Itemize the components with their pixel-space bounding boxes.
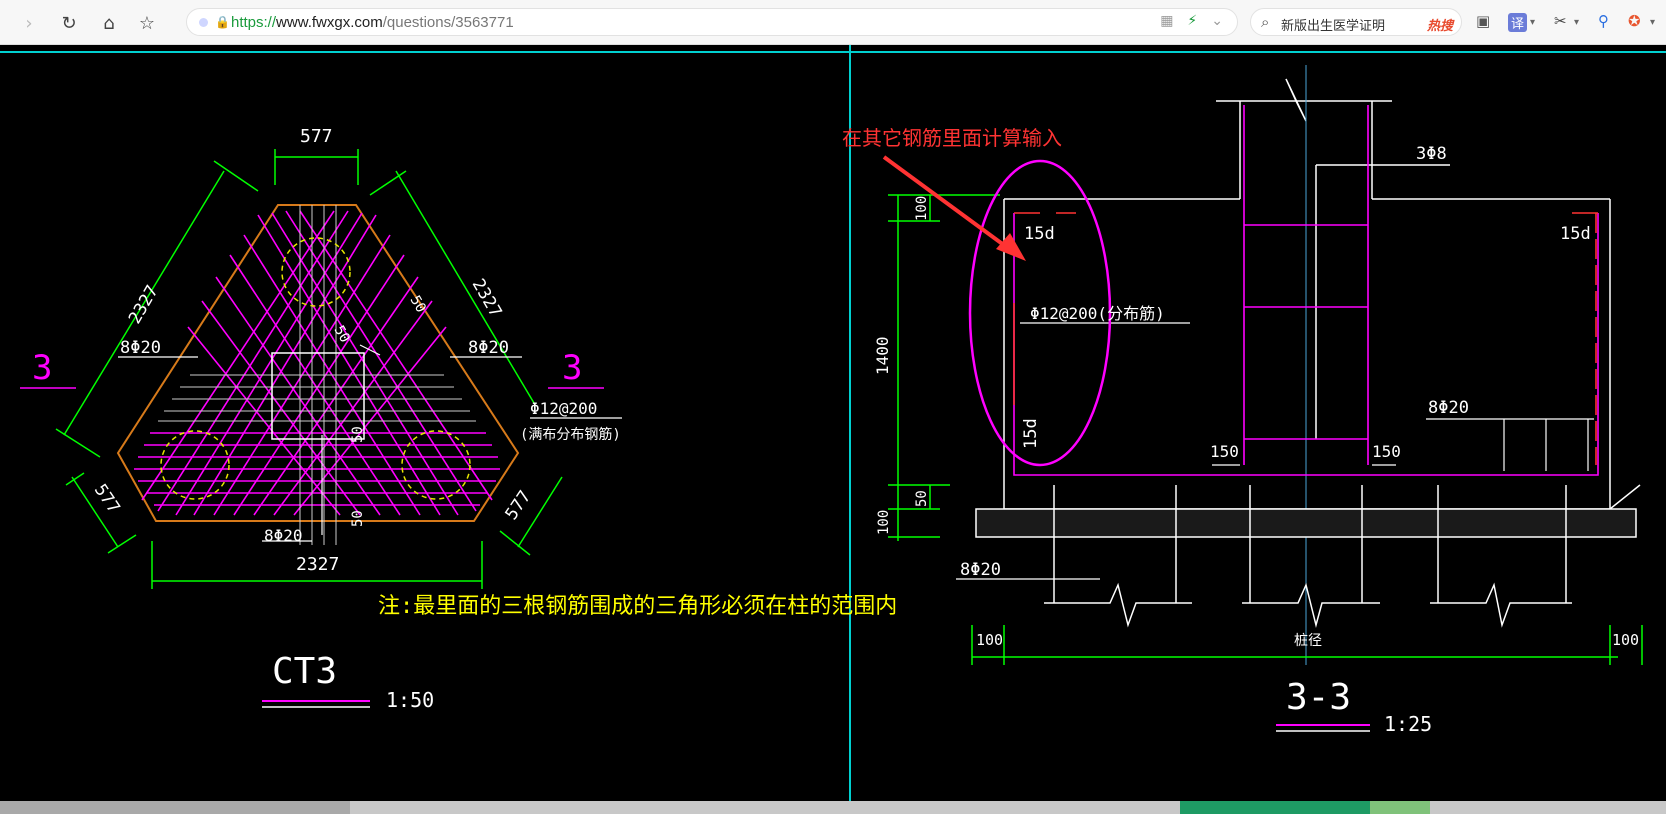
dim-lower-right-text: 577 [502, 487, 536, 524]
dim-top-text: 577 [300, 126, 333, 147]
label-15d-top-right: 15d [1560, 224, 1591, 244]
label-150-right: 150 [1372, 442, 1401, 461]
reader-icon[interactable]: ▣ [1476, 12, 1490, 30]
bar-8phi20-left-text: 8Φ20 [960, 560, 1001, 580]
dim-100-left-text: 100 [976, 631, 1003, 649]
label-150-left: 150 [1210, 442, 1239, 461]
forward-icon[interactable]: › [18, 12, 40, 34]
chevron-down-icon[interactable]: ⌄ [1211, 13, 1223, 29]
dist-bar-text: Φ12@200 [530, 399, 597, 418]
dimension-lines-left [55, 149, 563, 589]
home-icon[interactable]: ⌂ [98, 12, 120, 34]
annotation-arrow-head [996, 233, 1026, 261]
dim-right-text: 2327 [468, 276, 506, 321]
cad-drawing-viewport: 577 2327 2327 2327 577 577 8Φ20 8Φ20 8Φ2… [0, 45, 1666, 801]
ct3-scale: 1:50 [386, 688, 434, 712]
bar-8phi20-right-text: 8Φ20 [1428, 398, 1469, 418]
small-50-b: 50 [331, 323, 353, 346]
translate-button[interactable]: 译 [1508, 13, 1528, 32]
annotation-arrow-shaft [882, 155, 1014, 253]
label-15d-top-left: 15d [1024, 224, 1055, 244]
dim-100-top-text: 100 [914, 196, 930, 221]
bar-mid-text: Φ12@200(分布筋) [1030, 304, 1165, 323]
ct3-plan-view: 577 2327 2327 2327 577 577 8Φ20 8Φ20 8Φ2… [20, 126, 897, 712]
game-icon[interactable]: ✪ [1628, 12, 1641, 30]
dim-100-right-text: 100 [1612, 631, 1639, 649]
scissors-icon[interactable]: ✂ [1554, 12, 1567, 30]
reload-icon[interactable]: ↻ [58, 12, 80, 34]
dim-left-text: 2327 [125, 282, 163, 327]
bottom-status-strip [0, 801, 1666, 814]
bar-right-text: 8Φ20 [468, 338, 509, 358]
lock-icon: 🔒 [215, 15, 230, 29]
address-bar[interactable]: 🔒 https://www.fwxgx.com/questions/356377… [186, 8, 1238, 36]
cad-drawing-svg: 577 2327 2327 2327 577 577 8Φ20 8Φ20 8Φ2… [0, 45, 1666, 801]
search-icon: ⌕ [1261, 13, 1270, 31]
search-query[interactable]: 新版出生医学证明 [1281, 15, 1385, 34]
browser-toolbar: › ↻ ⌂ ☆ 🔒 https://www.fwxgx.com/question… [0, 0, 1666, 45]
pile-label-text: 桩径 [1294, 632, 1322, 649]
dist-bar-note-text: (满布分布钢筋) [520, 426, 621, 443]
dimension-lines-right [888, 194, 1643, 665]
qr-code-icon[interactable]: ▦ [1160, 13, 1173, 29]
url-text[interactable]: https://www.fwxgx.com/questions/3563771 [231, 14, 514, 31]
cap-outline [116, 204, 520, 522]
ct3-title: CT3 [272, 651, 337, 692]
site-info-icon[interactable] [199, 18, 208, 27]
bar-left-text: 8Φ20 [120, 338, 161, 358]
bookmark-star-icon[interactable]: ☆ [136, 12, 158, 34]
section-mark-left: 3 [32, 348, 52, 388]
game-dropdown-icon[interactable]: ▾ [1650, 17, 1655, 28]
bar-3phi8-text: 3Φ8 [1416, 144, 1447, 164]
column-section [1003, 78, 1611, 509]
note-text: 注:最里面的三根钢筋围成的三角形必须在柱的范围内 [378, 594, 897, 619]
dim-bottom-text: 2327 [296, 554, 339, 575]
leader-lines-right [956, 322, 1594, 580]
pile-section [975, 484, 1641, 628]
section-3-3-title: 3-3 [1286, 677, 1351, 718]
small-50-c: 50 [350, 426, 366, 443]
dim-100-bottom-text: 100 [876, 510, 892, 535]
distribution-grid [158, 205, 476, 545]
leader-lines-left [118, 344, 622, 542]
dim-50-text: 50 [914, 490, 930, 507]
small-50-d: 50 [350, 510, 366, 527]
hot-search-badge[interactable]: 热搜 [1427, 15, 1453, 34]
label-15d-bottom-left: 15d [1021, 418, 1041, 449]
search-box[interactable]: ⌕ 新版出生医学证明 热搜 [1250, 8, 1462, 36]
zoom-search-icon[interactable]: ⚲ [1598, 12, 1609, 30]
bar-bottom-text: 8Φ20 [264, 526, 303, 545]
section-mark-right: 3 [562, 348, 582, 388]
lightning-icon[interactable]: ⚡ [1187, 13, 1197, 29]
section-scale: 1:25 [1384, 712, 1432, 736]
scissors-dropdown-icon[interactable]: ▾ [1574, 17, 1579, 28]
dim-1400-text: 1400 [873, 336, 892, 375]
translate-dropdown-icon[interactable]: ▾ [1530, 17, 1535, 28]
annotation-text: 在其它钢筋里面计算输入 [842, 126, 1062, 150]
section-3-3-view: 在其它钢筋里面计算输入 100 1400 50 100 15d 15d 15d … [842, 65, 1643, 736]
